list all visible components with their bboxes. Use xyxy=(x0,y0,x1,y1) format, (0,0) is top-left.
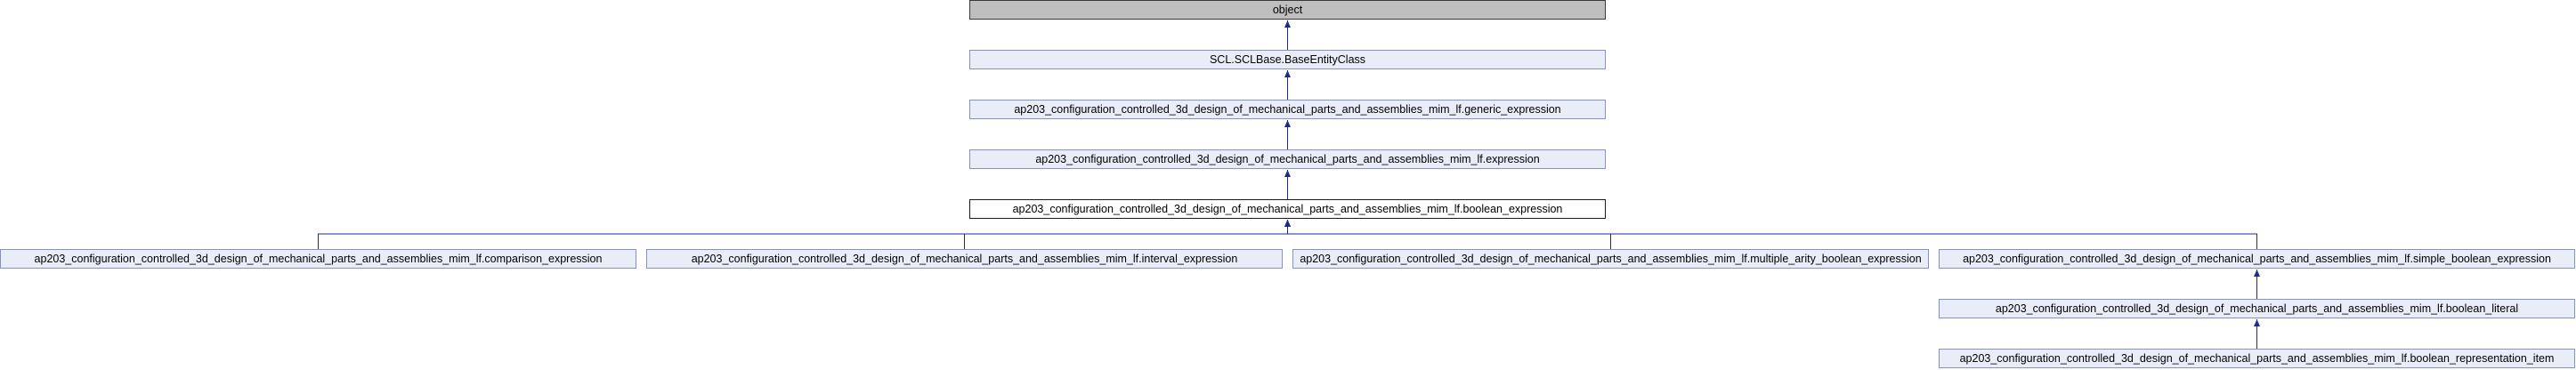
class-node-generic-expression[interactable]: ap203_configuration_controlled_3d_design… xyxy=(969,100,1606,119)
class-node-multiple-arity-boolean-expression[interactable]: ap203_configuration_controlled_3d_design… xyxy=(1292,249,1929,269)
edge-simple_boolean_expression-to-boolean_expression xyxy=(1284,220,2257,249)
class-node-expression[interactable]: ap203_configuration_controlled_3d_design… xyxy=(969,149,1606,169)
class-node-simple-boolean-expression[interactable]: ap203_configuration_controlled_3d_design… xyxy=(1939,249,2575,269)
class-node-boolean-expression[interactable]: ap203_configuration_controlled_3d_design… xyxy=(969,199,1606,219)
class-node-boolean-literal[interactable]: ap203_configuration_controlled_3d_design… xyxy=(1939,299,2575,318)
edge-interval_expression-to-boolean_expression xyxy=(964,220,1291,249)
class-node-base-entity-class[interactable]: SCL.SCLBase.BaseEntityClass xyxy=(969,50,1606,69)
class-inheritance-diagram: object SCL.SCLBase.BaseEntityClass ap203… xyxy=(0,0,2576,370)
class-node-comparison-expression[interactable]: ap203_configuration_controlled_3d_design… xyxy=(0,249,636,269)
class-node-interval-expression[interactable]: ap203_configuration_controlled_3d_design… xyxy=(646,249,1283,269)
class-node-boolean-representation-item[interactable]: ap203_configuration_controlled_3d_design… xyxy=(1939,349,2575,368)
class-node-object[interactable]: object xyxy=(969,0,1606,20)
